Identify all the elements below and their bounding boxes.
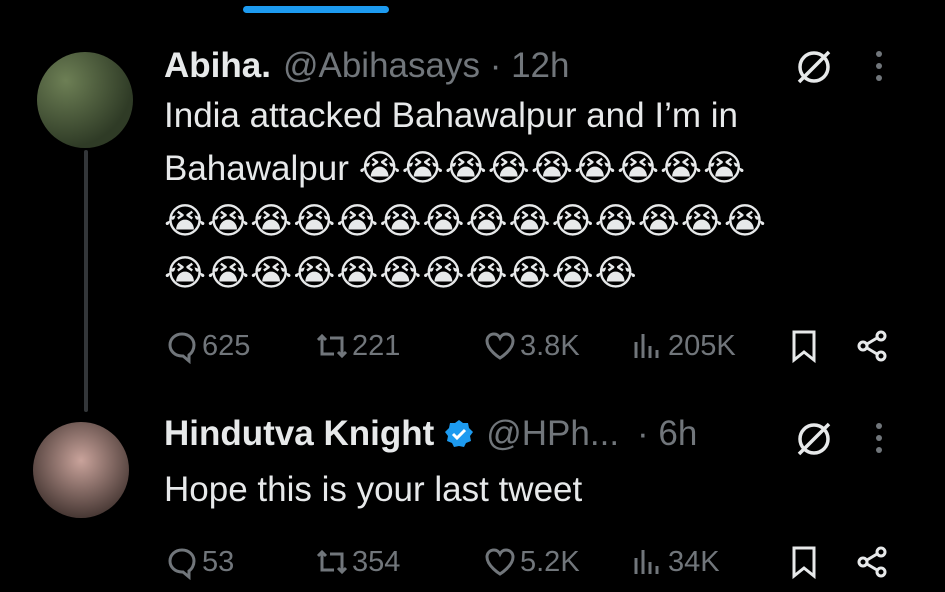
bookmark-icon[interactable] — [786, 328, 822, 364]
like-icon — [485, 548, 515, 576]
like-button[interactable]: 5.2K — [482, 544, 580, 580]
reply-icon — [168, 548, 196, 580]
scroll-indicator — [243, 6, 389, 13]
author-name[interactable]: Abiha. — [164, 46, 271, 86]
tweet-text-word: Bahawalpur — [164, 149, 349, 188]
repost-icon — [316, 333, 348, 359]
like-icon — [485, 332, 515, 360]
crying-emoji-row: 😭😭😭😭😭😭😭😭😭 — [358, 147, 747, 188]
crying-emoji-row: 😭😭😭😭😭😭😭😭😭😭😭😭😭😭 — [164, 200, 767, 241]
repost-count: 354 — [352, 545, 401, 578]
views-button[interactable]: 34K — [630, 544, 720, 580]
avatar[interactable] — [33, 422, 129, 518]
more-icon[interactable] — [873, 48, 885, 84]
views-icon — [634, 550, 659, 574]
tweet-text-line: Bahawalpur 😭😭😭😭😭😭😭😭😭 — [164, 142, 925, 195]
share-icon[interactable] — [854, 328, 890, 364]
author-handle[interactable]: @HPh... — [486, 414, 619, 454]
avatar[interactable] — [37, 52, 133, 148]
tweet[interactable]: Abiha. @Abihasays · 12h India attacked B… — [164, 44, 925, 299]
crying-emoji-row: 😭😭😭😭😭😭😭😭😭😭😭 — [164, 252, 638, 293]
tweet-header: Abiha. @Abihasays · 12h — [164, 44, 925, 88]
tweet-text: India attacked Bahawalpur and I’m in Bah… — [164, 90, 925, 299]
reply-button[interactable]: 625 — [164, 328, 250, 364]
tweet-time[interactable]: · 6h — [637, 414, 697, 454]
views-button[interactable]: 205K — [630, 328, 736, 364]
reply-button[interactable]: 53 — [164, 544, 234, 580]
bookmark-icon[interactable] — [786, 544, 822, 580]
like-count: 3.8K — [520, 329, 580, 362]
reply-icon — [168, 332, 196, 364]
thread-connector-line — [84, 150, 88, 412]
repost-button[interactable]: 221 — [314, 328, 400, 364]
reply-count: 625 — [202, 329, 251, 362]
like-count: 5.2K — [520, 545, 580, 578]
share-icon[interactable] — [854, 544, 890, 580]
reply-count: 53 — [202, 545, 235, 578]
repost-icon — [316, 549, 348, 575]
grok-icon[interactable] — [793, 46, 835, 88]
tweet[interactable]: Hindutva Knight @HPh... · 6h Hope this i… — [164, 412, 925, 516]
tweet-text: Hope this is your last tweet — [164, 470, 583, 509]
views-icon — [634, 334, 659, 358]
repost-button[interactable]: 354 — [314, 544, 400, 580]
tweet-text-line: India attacked Bahawalpur and I’m in — [164, 96, 738, 135]
views-count: 205K — [668, 329, 736, 362]
more-icon[interactable] — [873, 420, 885, 456]
repost-count: 221 — [352, 329, 401, 362]
tweet-header: Hindutva Knight @HPh... · 6h — [164, 412, 925, 456]
like-button[interactable]: 3.8K — [482, 328, 580, 364]
author-handle-time[interactable]: @Abihasays · 12h — [283, 46, 570, 86]
tweet-actions: 53 354 5.2K 34K — [164, 542, 895, 582]
tweet-actions: 625 221 3.8K 205K — [164, 326, 895, 366]
grok-icon[interactable] — [793, 418, 835, 460]
author-name[interactable]: Hindutva Knight — [164, 414, 434, 454]
views-count: 34K — [668, 545, 720, 578]
verified-badge-icon — [445, 420, 474, 447]
